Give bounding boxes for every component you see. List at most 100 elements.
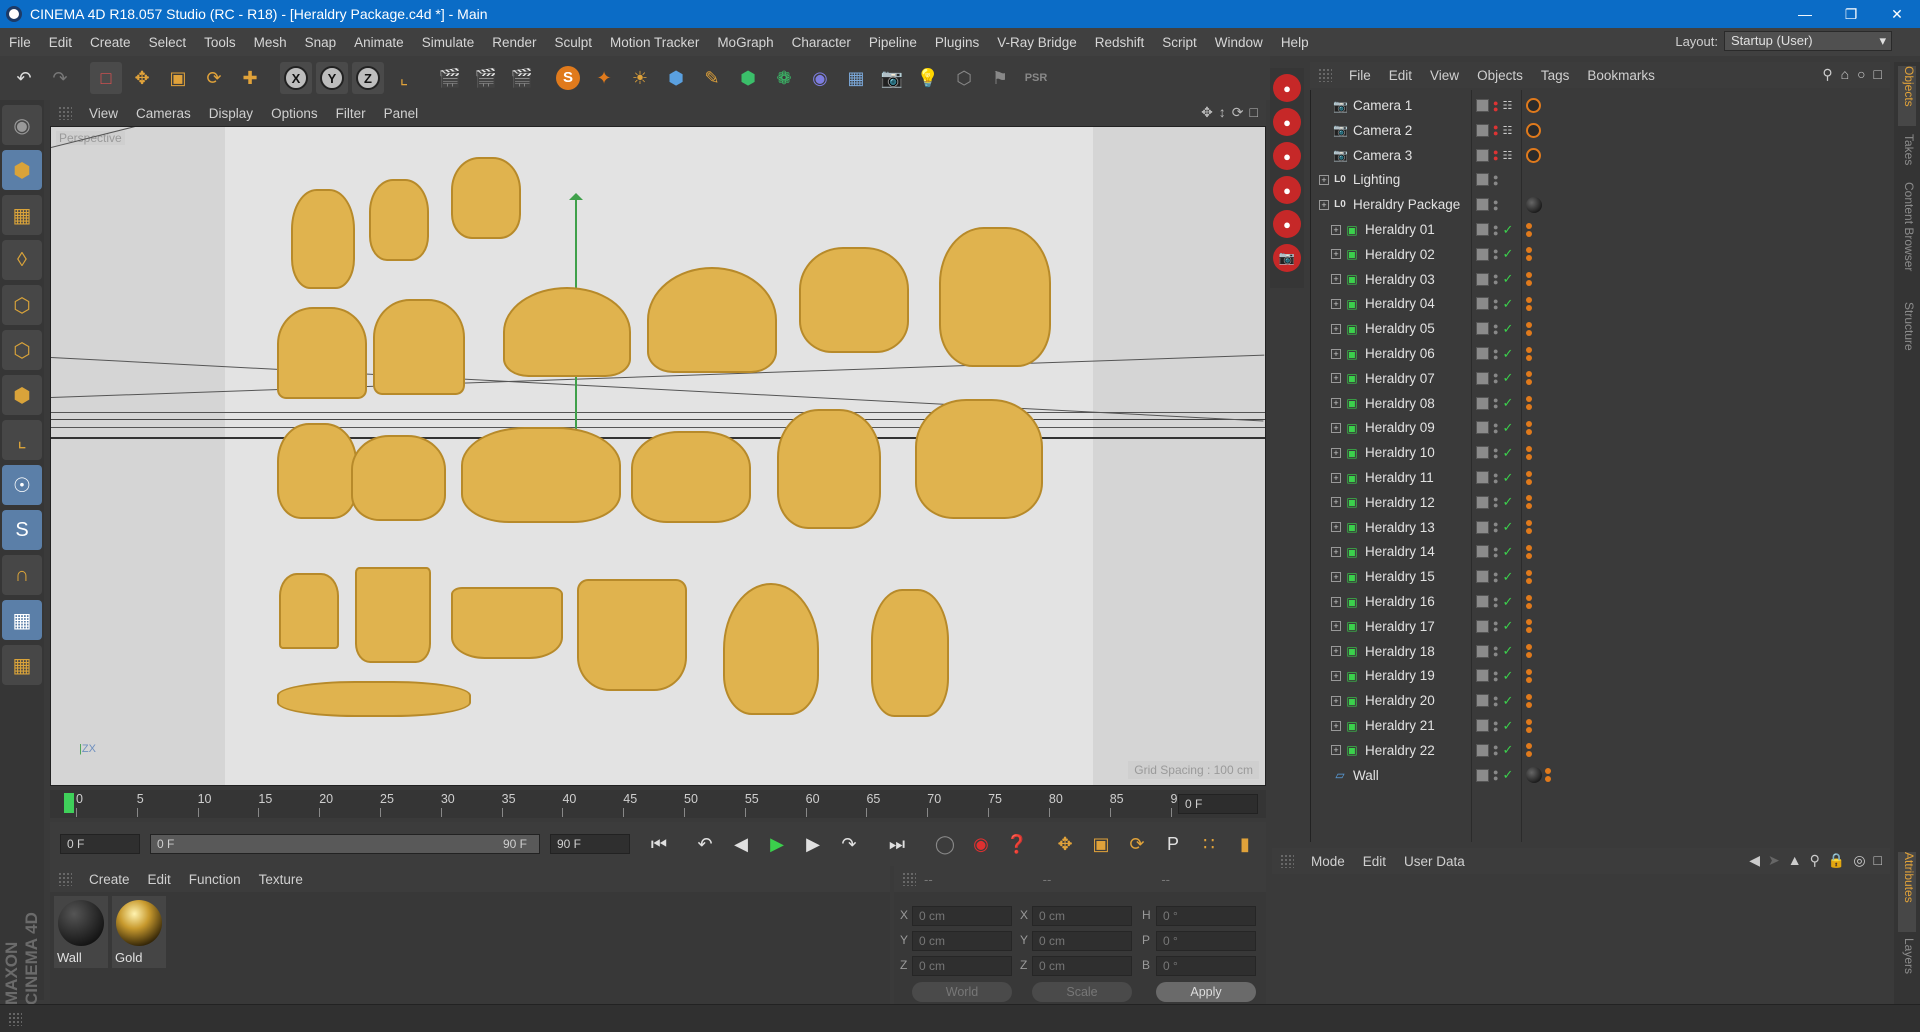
previous-frame-icon[interactable]: ◀	[726, 830, 756, 858]
environment-icon[interactable]: ⬡	[948, 62, 980, 94]
vray-icon[interactable]: ✦	[588, 62, 620, 94]
menu-vray-bridge[interactable]: V-Ray Bridge	[988, 35, 1086, 50]
viewport-menu-filter[interactable]: Filter	[327, 106, 375, 121]
previous-key-icon[interactable]: ↶	[690, 830, 720, 858]
visibility-dots-icon[interactable]: ● ●	[1493, 743, 1498, 758]
visibility-dots-icon[interactable]: ● ●	[1493, 520, 1498, 535]
expand-toggle-icon[interactable]: +	[1331, 720, 1341, 731]
render-settings-icon[interactable]: 🎬	[506, 62, 538, 94]
next-key-icon[interactable]: ↷	[834, 830, 864, 858]
phong-tag-icon[interactable]	[1526, 272, 1532, 287]
expand-toggle-icon[interactable]: +	[1331, 323, 1341, 334]
redo-icon[interactable]: ↷	[44, 62, 76, 94]
phong-tag-icon[interactable]	[1526, 247, 1532, 262]
expand-toggle-icon[interactable]: +	[1331, 546, 1341, 557]
visibility-dots-icon[interactable]: ● ●	[1493, 420, 1498, 435]
enabled-check-icon[interactable]: ✓	[1502, 445, 1513, 461]
visibility-dots-icon[interactable]: ● ●	[1493, 296, 1498, 311]
layer-box-icon[interactable]	[1476, 247, 1489, 261]
material-menu-create[interactable]: Create	[80, 872, 139, 887]
target-icon[interactable]: ◎	[1853, 852, 1865, 869]
phong-tag-icon[interactable]	[1526, 321, 1532, 336]
render-picture-viewer-icon[interactable]: 🎬	[470, 62, 502, 94]
layer-box-icon[interactable]	[1476, 371, 1489, 385]
start-frame-field[interactable]: 0 F	[60, 834, 140, 854]
camera-target-icon[interactable]: ☷	[1502, 99, 1512, 112]
menu-mograph[interactable]: MoGraph	[708, 35, 782, 50]
axis-mode-icon[interactable]: ⌞	[2, 420, 42, 460]
expand-toggle-icon[interactable]: +	[1331, 695, 1341, 706]
phong-tag-icon[interactable]	[1526, 520, 1532, 535]
phong-tag-icon[interactable]	[1526, 420, 1532, 435]
make-editable-icon[interactable]: ◉	[2, 105, 42, 145]
visibility-dots-icon[interactable]: ● ●	[1493, 768, 1498, 783]
phong-tag-icon[interactable]	[1526, 743, 1532, 758]
object-name[interactable]: Heraldry 20	[1365, 693, 1435, 708]
visibility-dots-icon[interactable]: ● ●	[1493, 396, 1498, 411]
menu-pipeline[interactable]: Pipeline	[860, 35, 926, 50]
object-row[interactable]: + ▣ Heraldry 22 ● ● ✓	[1311, 738, 1891, 763]
object-name[interactable]: Heraldry Package	[1353, 197, 1460, 212]
expand-toggle-icon[interactable]: +	[1331, 670, 1341, 681]
object-row[interactable]: + ▣ Heraldry 12 ● ● ✓	[1311, 490, 1891, 515]
am-menu-mode[interactable]: Mode	[1302, 854, 1354, 869]
phong-tag-icon[interactable]	[1526, 718, 1532, 733]
expand-toggle-icon[interactable]: +	[1331, 422, 1341, 433]
object-name[interactable]: Heraldry 21	[1365, 718, 1435, 733]
panel-grip-icon[interactable]	[1318, 68, 1332, 82]
layer-box-icon[interactable]	[1476, 322, 1489, 336]
object-name[interactable]: Lighting	[1353, 172, 1400, 187]
object-name[interactable]: Heraldry 22	[1365, 743, 1435, 758]
enabled-check-icon[interactable]: ✓	[1502, 742, 1513, 758]
phong-tag-icon[interactable]	[1526, 644, 1532, 659]
layer-box-icon[interactable]	[1476, 297, 1489, 311]
object-row[interactable]: + ▣ Heraldry 09 ● ● ✓	[1311, 415, 1891, 440]
go-to-end-icon[interactable]: ⏭	[882, 830, 912, 858]
snap-magnet-icon[interactable]: ∩	[2, 555, 42, 595]
timeline-ruler[interactable]: 051015202530354045505560657075808590 0 F	[50, 790, 1266, 818]
enabled-check-icon[interactable]: ✓	[1502, 420, 1513, 436]
enabled-check-icon[interactable]: ✓	[1502, 370, 1513, 386]
minimize-icon[interactable]: —	[1782, 0, 1828, 28]
menu-help[interactable]: Help	[1272, 35, 1318, 50]
expand-toggle-icon[interactable]: +	[1331, 447, 1341, 458]
layer-box-icon[interactable]	[1476, 396, 1489, 410]
layer-box-icon[interactable]	[1476, 198, 1489, 212]
maximize-view-icon[interactable]: □	[1250, 104, 1258, 121]
tab-content-browser[interactable]: Content Browser	[1898, 182, 1916, 292]
object-name[interactable]: Camera 1	[1353, 98, 1412, 113]
menu-select[interactable]: Select	[140, 35, 196, 50]
expand-toggle-icon[interactable]: +	[1331, 298, 1341, 309]
visibility-dots-icon[interactable]: ● ●	[1493, 619, 1498, 634]
expand-toggle-icon[interactable]: +	[1331, 274, 1341, 285]
position-x-field[interactable]: 0 cm	[912, 906, 1012, 926]
viewport-menu-panel[interactable]: Panel	[375, 106, 428, 121]
record-key-icon[interactable]: ◉	[966, 830, 996, 858]
link-icon[interactable]: ○	[1857, 66, 1865, 83]
phong-tag-icon[interactable]	[1526, 668, 1532, 683]
go-to-start-icon[interactable]: ⏮	[644, 830, 674, 858]
visibility-dots-icon[interactable]: ● ●	[1493, 594, 1498, 609]
object-name[interactable]: Camera 3	[1353, 148, 1412, 163]
preview-range-slider[interactable]: 0 F 90 F	[150, 834, 540, 854]
object-row[interactable]: + ▣ Heraldry 11 ● ● ✓	[1311, 465, 1891, 490]
object-name[interactable]: Heraldry 13	[1365, 520, 1435, 535]
object-row[interactable]: + ▣ Heraldry 08 ● ● ✓	[1311, 391, 1891, 416]
expand-toggle-icon[interactable]: +	[1319, 199, 1329, 210]
visibility-dots-icon[interactable]: ● ●	[1493, 272, 1498, 287]
visibility-dots-icon[interactable]: ● ●	[1493, 98, 1498, 113]
expand-toggle-icon[interactable]: +	[1331, 224, 1341, 235]
object-row[interactable]: + ▣ Heraldry 20 ● ● ✓	[1311, 688, 1891, 713]
object-row[interactable]: + ▣ Heraldry 06 ● ● ✓	[1311, 341, 1891, 366]
material-menu-function[interactable]: Function	[180, 872, 250, 887]
enabled-check-icon[interactable]: ✓	[1502, 296, 1513, 312]
layer-box-icon[interactable]	[1476, 644, 1489, 658]
material-tag-icon[interactable]	[1526, 196, 1542, 213]
menu-character[interactable]: Character	[783, 35, 860, 50]
perspective-viewport[interactable]: Perspective |ZX Grid Spacing : 10	[50, 126, 1266, 786]
polygons-mode-icon[interactable]: ⬢	[2, 375, 42, 415]
new-window-icon[interactable]: □	[1874, 852, 1882, 869]
restore-icon[interactable]: ❐	[1828, 0, 1874, 28]
object-row[interactable]: + ▣ Heraldry 04 ● ● ✓	[1311, 291, 1891, 316]
object-row[interactable]: + ▣ Heraldry 03 ● ● ✓	[1311, 267, 1891, 292]
